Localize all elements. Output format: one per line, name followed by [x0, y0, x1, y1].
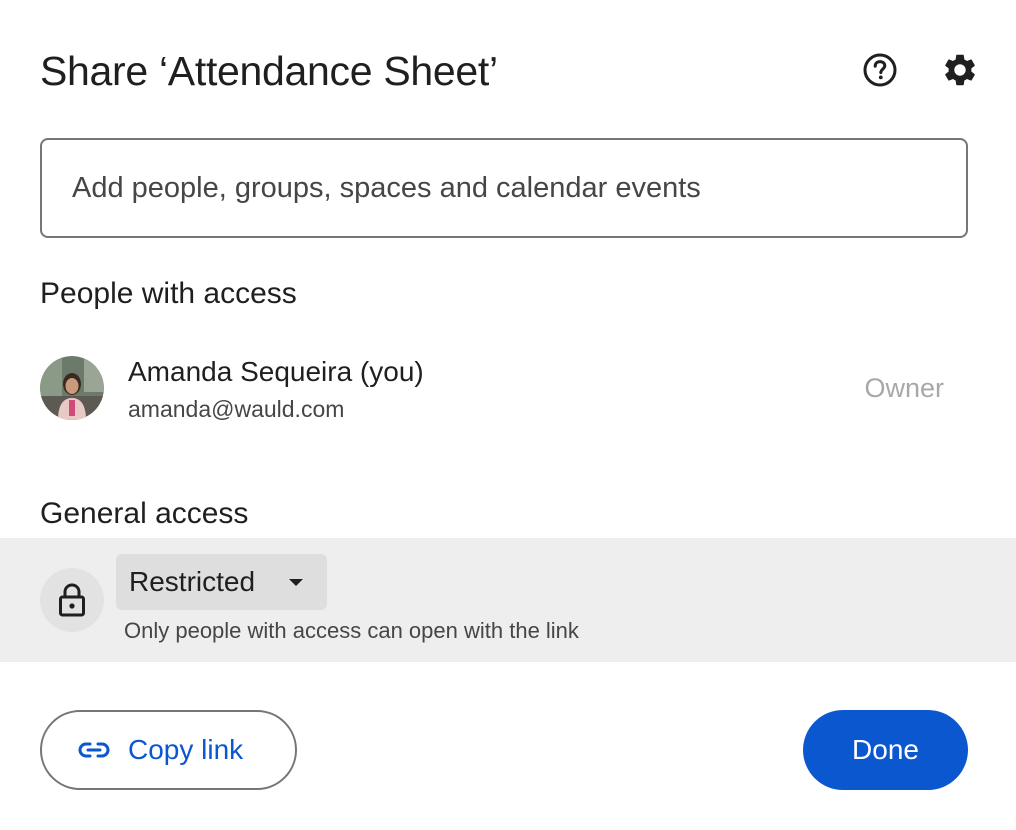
person-email: amanda@wauld.com: [128, 396, 345, 422]
help-icon[interactable]: [860, 50, 900, 90]
general-access-heading: General access: [40, 497, 249, 530]
people-with-access-heading: People with access: [40, 277, 297, 310]
general-access-row: Restricted Only people with access can o…: [0, 538, 1016, 662]
done-button[interactable]: Done: [803, 710, 968, 790]
person-name: Amanda Sequeira (you): [128, 356, 424, 387]
person-role: Owner: [864, 373, 944, 403]
avatar: [40, 356, 104, 420]
person-row: Amanda Sequeira (you) amanda@wauld.com O…: [0, 350, 1016, 430]
caret-down-icon: [289, 579, 303, 586]
general-access-description: Only people with access can open with th…: [124, 618, 579, 643]
done-label: Done: [852, 734, 919, 765]
lock-icon: [59, 583, 85, 617]
avatar-photo: [40, 356, 104, 420]
share-dialog: Share ‘Attendance Sheet’ People with acc…: [0, 0, 1016, 830]
settings-button[interactable]: [940, 50, 980, 90]
add-people-field[interactable]: [40, 138, 968, 238]
add-people-input[interactable]: [70, 170, 954, 206]
general-access-dropdown[interactable]: Restricted: [116, 554, 327, 610]
help-circle-icon: [863, 53, 897, 87]
general-access-selected: Restricted: [129, 566, 256, 597]
gear-icon: [945, 54, 975, 86]
copy-link-button[interactable]: Copy link: [40, 710, 297, 790]
copy-link-label: Copy link: [128, 734, 244, 765]
lock-badge: [40, 568, 104, 632]
link-icon: [78, 740, 110, 760]
dialog-title: Share ‘Attendance Sheet’: [40, 48, 498, 94]
